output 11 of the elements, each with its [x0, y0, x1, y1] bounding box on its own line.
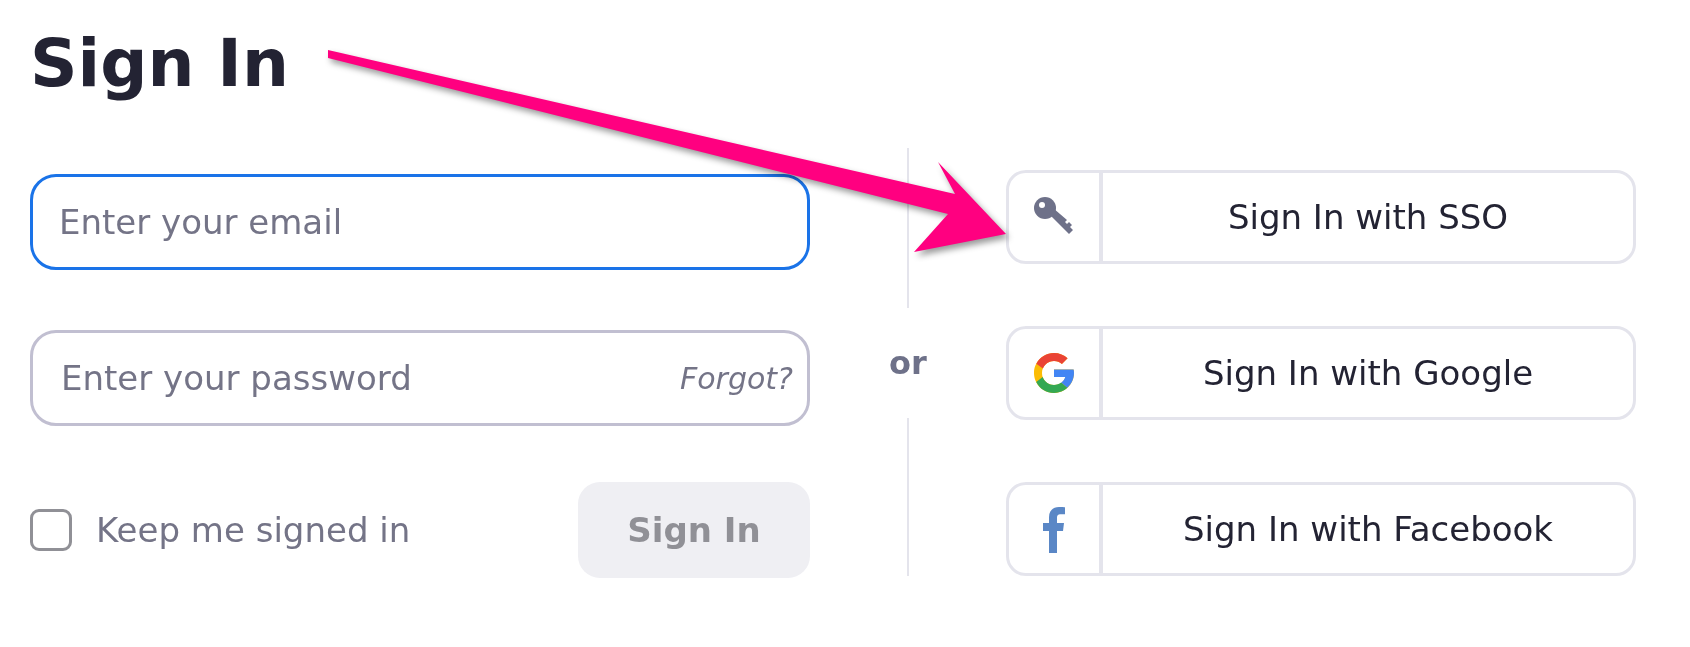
sign-in-option-button[interactable]: Sign In with SSO	[1006, 170, 1636, 264]
checkbox[interactable]	[30, 509, 72, 551]
sign-in-option-button[interactable]: Sign In with Google	[1006, 326, 1636, 420]
separator-text: or	[889, 343, 927, 384]
checkbox-label: Keep me signed in	[96, 510, 412, 550]
password-field[interactable]: Enter your password Forgot?	[30, 330, 810, 426]
sign-in-option-button[interactable]: Sign In with Facebook	[1006, 482, 1636, 576]
email-field[interactable]: Enter your email	[30, 174, 810, 270]
page-title: Sign In	[30, 24, 290, 104]
facebook-icon	[1042, 505, 1066, 553]
forgot-link[interactable]: Forgot?	[679, 360, 793, 396]
